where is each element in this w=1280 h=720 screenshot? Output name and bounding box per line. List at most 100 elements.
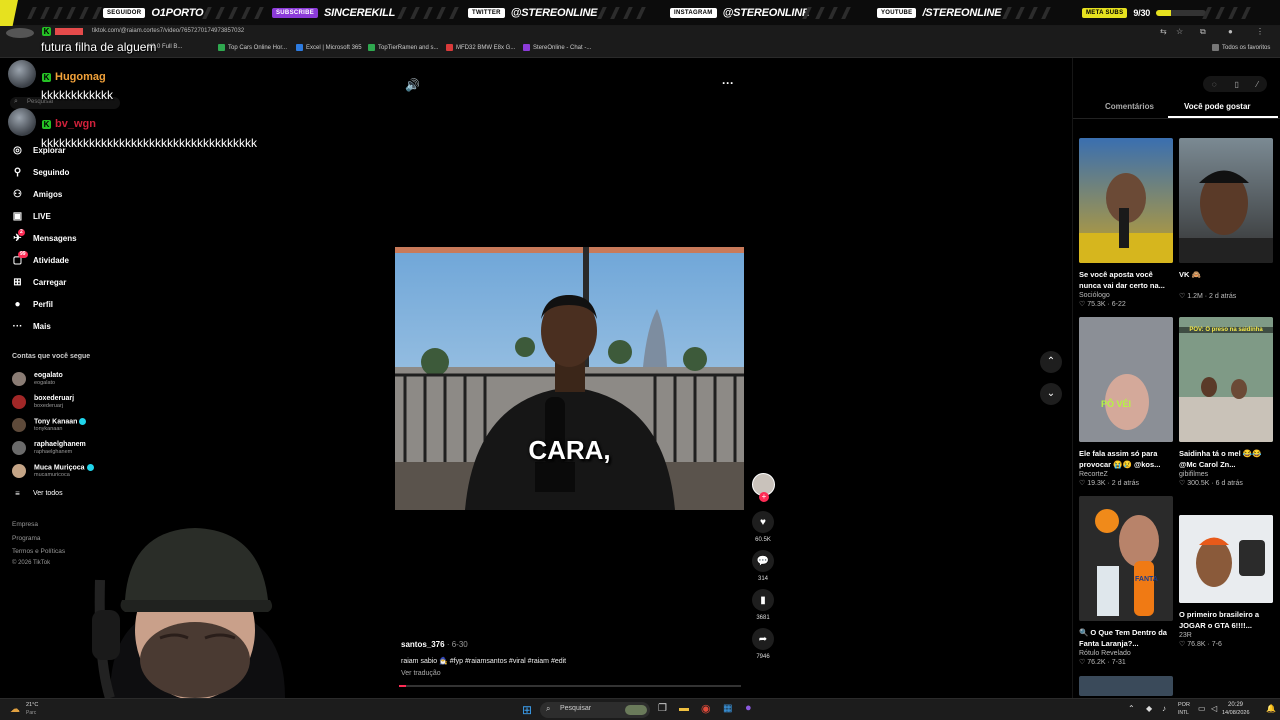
microphone-icon[interactable]: ♪ xyxy=(1162,704,1166,713)
person-follow-icon: ⚲ xyxy=(13,167,22,178)
friends-icon: ⚇ xyxy=(13,189,22,200)
taskbar-search[interactable]: ⌕ Pesquisar xyxy=(540,702,650,718)
more-options-icon[interactable]: ··· xyxy=(722,76,734,90)
volume-icon[interactable]: ◁ xyxy=(1211,704,1217,713)
heart-icon: ♡ xyxy=(1079,480,1086,487)
footer-link[interactable]: Termos e Políticas xyxy=(12,548,65,555)
bookmarks-bar: V2.0 Full B... Top Cars Online Hor... Ex… xyxy=(0,40,1280,58)
bookmark-favicon-icon xyxy=(523,44,530,51)
panel-controls: ◌ ▯ ⁄ xyxy=(1203,76,1267,92)
chat-badge-icon: K xyxy=(42,72,51,82)
see-all-button[interactable]: ≡ Ver todos xyxy=(12,488,62,499)
topbar-subscribe: SUBSCRIBE SINCEREKILL xyxy=(272,5,395,21)
recommendation-card[interactable]: POV: O preso na saidinha Saidinha tá o m… xyxy=(1179,317,1273,487)
recommendation-card[interactable]: O primeiro brasileiro a JOGAR o GTA 6!!!… xyxy=(1179,515,1273,648)
decor-stripes xyxy=(1002,7,1051,19)
bookmark-item[interactable]: StereOnline - Chat -... xyxy=(523,44,591,51)
list-icon: ≡ xyxy=(15,489,20,498)
stream-top-bar: SEGUIDOR O1PORTO SUBSCRIBE SINCEREKILL T… xyxy=(0,0,1280,26)
next-video-button[interactable]: ⌄ xyxy=(1040,383,1062,405)
following-account[interactable]: eogalato eogalato xyxy=(12,372,63,386)
sidebar-item-perfil[interactable]: ● Perfil xyxy=(12,299,53,310)
file-explorer-icon[interactable]: ▬ xyxy=(679,703,689,714)
weather-icon[interactable]: ☁ xyxy=(10,704,20,715)
star-icon[interactable]: ☆ xyxy=(1176,27,1183,36)
share-button[interactable]: ➦ 7946 xyxy=(751,628,775,660)
heart-icon: ♡ xyxy=(1079,301,1086,308)
following-account[interactable]: Muca Muriçoca mucamuricoca xyxy=(12,464,94,478)
windows-start-icon[interactable]: ⊞ xyxy=(522,703,532,717)
recommendation-card[interactable]: FANTA 🔍 O Que Tem Dentro da Fanta Laranj… xyxy=(1079,496,1173,666)
menu-icon[interactable]: ⋮ xyxy=(1256,27,1264,36)
bookmark-item[interactable]: MFD32 BMW E8x G... xyxy=(446,44,515,51)
translate-icon[interactable]: ⇆ xyxy=(1160,27,1167,36)
sidebar-item-carregar[interactable]: ⊞ Carregar xyxy=(12,277,66,288)
recommendation-thumbnail: FANTA xyxy=(1079,496,1173,621)
chat-message: K bv_wgn xyxy=(42,118,96,130)
app-icon[interactable]: ▦ xyxy=(723,703,732,714)
video-author[interactable]: santos_376 · 6-30 xyxy=(401,640,468,649)
video-progress[interactable] xyxy=(399,685,741,687)
sidebar-item-mais[interactable]: ··· Mais xyxy=(12,321,51,332)
sidebar-item-atividade[interactable]: ▢ 99 Atividade xyxy=(12,251,69,266)
sidebar-item-mensagens[interactable]: ✈ 2 Mensagens xyxy=(12,229,77,244)
bookmark-item[interactable]: Excel | Microsoft 365 xyxy=(296,44,362,51)
volume-icon[interactable]: 🔊 xyxy=(405,78,420,92)
bookmark-item[interactable]: TopTierRamen and s... xyxy=(368,44,438,51)
decor-stripes xyxy=(802,7,851,19)
bookmark-item[interactable]: Top Cars Online Hor... xyxy=(218,44,287,51)
edit-icon[interactable]: ⁄ xyxy=(1257,80,1258,89)
like-button[interactable]: ♥ 60.5K xyxy=(751,511,775,543)
chat-message: K xyxy=(42,27,83,36)
comment-button[interactable]: 💬 314 xyxy=(751,550,775,582)
footer-link[interactable]: Empresa xyxy=(12,521,38,528)
video-player[interactable]: CARA, xyxy=(395,247,744,510)
notification-icon[interactable]: 🔔 xyxy=(1266,704,1276,713)
comment-icon: 💬 xyxy=(752,550,774,572)
follow-plus-icon[interactable]: + xyxy=(759,492,769,502)
url-text[interactable]: tiktok.com/@raiam.cortes7/video/76572701… xyxy=(92,28,244,34)
translate-link[interactable]: Ver tradução xyxy=(401,670,441,677)
chevron-down-icon: ⌄ xyxy=(1046,388,1056,399)
chat-avatar xyxy=(8,60,36,88)
heart-icon: ♡ xyxy=(1079,659,1086,666)
meta-subs-progress xyxy=(1156,10,1207,16)
chat-avatar xyxy=(8,108,36,136)
sidebar-item-live[interactable]: ▣ LIVE xyxy=(12,211,51,222)
network-icon[interactable]: ▭ xyxy=(1198,704,1206,713)
discord-icon[interactable]: ● xyxy=(745,702,752,714)
heart-icon: ♡ xyxy=(1179,641,1186,648)
avatar xyxy=(12,418,26,433)
chat-message-text: futura filha de alguem xyxy=(41,40,157,54)
footer-link[interactable]: Programa xyxy=(12,535,41,542)
chat-message: K Hugomag xyxy=(42,71,106,83)
meta-subs-progress-fill xyxy=(1156,10,1172,16)
sidebar-item-amigos[interactable]: ⚇ Amigos xyxy=(12,189,62,200)
previous-video-button[interactable]: ⌃ xyxy=(1040,351,1062,373)
tray-icon[interactable]: ◆ xyxy=(1146,704,1152,713)
video-progress-fill xyxy=(399,685,406,687)
recommendation-card[interactable]: VK 🙈 ♡ 1.2M · 2 d atrás xyxy=(1179,138,1273,300)
webcam-overlay xyxy=(70,520,320,698)
search-highlight-icon xyxy=(625,705,647,715)
compass-icon[interactable]: ◌ xyxy=(1212,80,1217,89)
all-favorites[interactable]: Todos os favoritos xyxy=(1212,44,1270,51)
following-account[interactable]: boxederuarj boxederuarj xyxy=(12,395,74,409)
chrome-icon[interactable]: ◉ xyxy=(701,702,711,715)
extensions-icon[interactable]: ⧉ xyxy=(1200,27,1206,37)
phone-icon[interactable]: ▯ xyxy=(1235,80,1239,89)
tray-chevron-up-icon[interactable]: ⌃ xyxy=(1128,704,1135,713)
following-account[interactable]: Tony Kanaan tonykanaan xyxy=(12,418,87,433)
recommendation-card[interactable]: Se você aposta você nunca vai dar certo … xyxy=(1079,138,1173,308)
task-view-icon[interactable]: ❐ xyxy=(658,703,667,714)
tab-voce-pode-gostar[interactable]: Você pode gostar xyxy=(1184,102,1251,111)
recommendation-thumbnail[interactable] xyxy=(1079,676,1173,696)
profile-icon[interactable]: ● xyxy=(1228,27,1233,36)
recommendation-card[interactable]: PÔ VÉI Ele fala assim só para provocar 😭… xyxy=(1079,317,1173,487)
tab-comentarios[interactable]: Comentários xyxy=(1105,102,1154,111)
following-account[interactable]: raphaelghanem raphaelghanem xyxy=(12,441,86,455)
recommendation-thumbnail xyxy=(1079,138,1173,263)
save-button[interactable]: ▮ 3681 xyxy=(751,589,775,621)
avatar xyxy=(12,441,26,455)
sidebar-item-seguindo[interactable]: ⚲ Seguindo xyxy=(12,167,70,178)
